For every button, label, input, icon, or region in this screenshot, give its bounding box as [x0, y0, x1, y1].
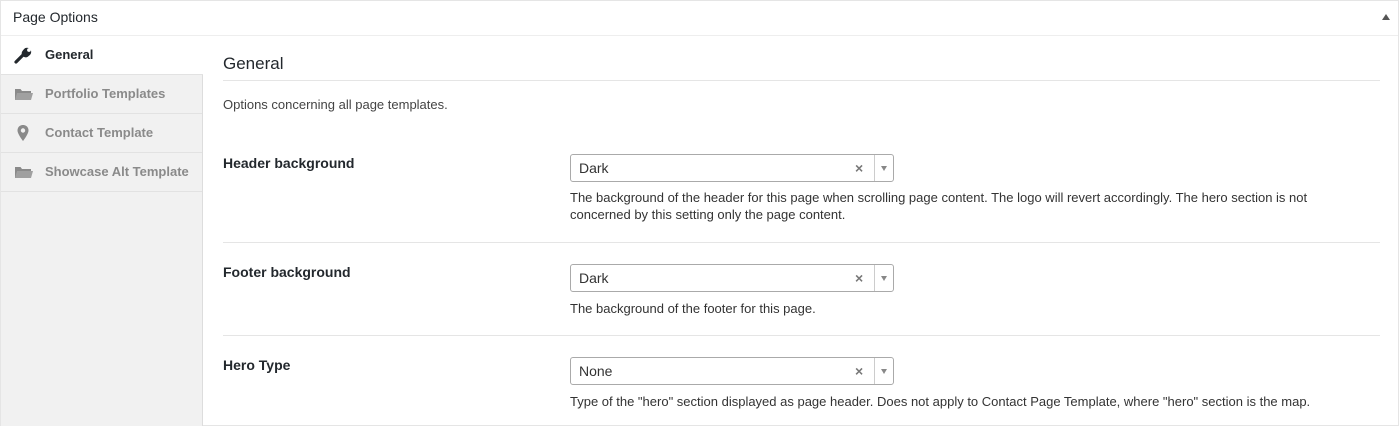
page-options-metabox: Page Options General Portfolio Templates…: [0, 0, 1399, 426]
row-divider: [223, 335, 1380, 336]
triangle-up-icon[interactable]: [1382, 14, 1390, 20]
hero-type-select[interactable]: None ×: [570, 357, 894, 385]
row-divider: [223, 242, 1380, 243]
tab-contact-template-label: Contact Template: [45, 125, 154, 140]
metabox-header[interactable]: Page Options: [1, 1, 1398, 36]
header-background-label: Header background: [223, 155, 355, 171]
section-description: Options concerning all page templates.: [223, 97, 448, 112]
hero-type-description: Type of the "hero" section displayed as …: [570, 394, 1311, 409]
folder-icon: [14, 163, 34, 181]
chevron-down-icon[interactable]: [881, 276, 887, 281]
hero-type-label: Hero Type: [223, 357, 291, 373]
select-value: Dark: [579, 270, 609, 286]
clear-icon[interactable]: ×: [855, 160, 863, 176]
footer-background-description: The background of the footer for this pa…: [570, 301, 816, 316]
wrench-icon: [14, 46, 34, 64]
select-divider: [874, 265, 875, 291]
tab-general[interactable]: General: [1, 36, 203, 75]
metabox-title: Page Options: [13, 9, 98, 25]
tab-showcase-alt-template-label: Showcase Alt Template: [45, 164, 189, 179]
select-value: Dark: [579, 160, 609, 176]
footer-background-label: Footer background: [223, 264, 351, 280]
clear-icon[interactable]: ×: [855, 363, 863, 379]
chevron-down-icon[interactable]: [881, 166, 887, 171]
select-value: None: [579, 363, 613, 379]
tab-showcase-alt-template[interactable]: Showcase Alt Template: [1, 153, 202, 192]
tab-portfolio-templates[interactable]: Portfolio Templates: [1, 75, 202, 114]
tab-portfolio-templates-label: Portfolio Templates: [45, 86, 166, 101]
tab-contact-template[interactable]: Contact Template: [1, 114, 202, 153]
map-pin-icon: [14, 124, 34, 142]
chevron-down-icon[interactable]: [881, 369, 887, 374]
tab-general-label: General: [45, 47, 94, 62]
select-divider: [874, 358, 875, 384]
clear-icon[interactable]: ×: [855, 270, 863, 286]
footer-background-select[interactable]: Dark ×: [570, 264, 894, 292]
sidebar: General Portfolio Templates Contact Temp…: [1, 36, 203, 426]
header-background-description: The background of the header for this pa…: [570, 190, 1308, 222]
header-background-select[interactable]: Dark ×: [570, 154, 894, 182]
section-divider: [223, 80, 1380, 81]
folder-icon: [14, 85, 34, 103]
select-divider: [874, 155, 875, 181]
section-title: General: [223, 54, 284, 73]
